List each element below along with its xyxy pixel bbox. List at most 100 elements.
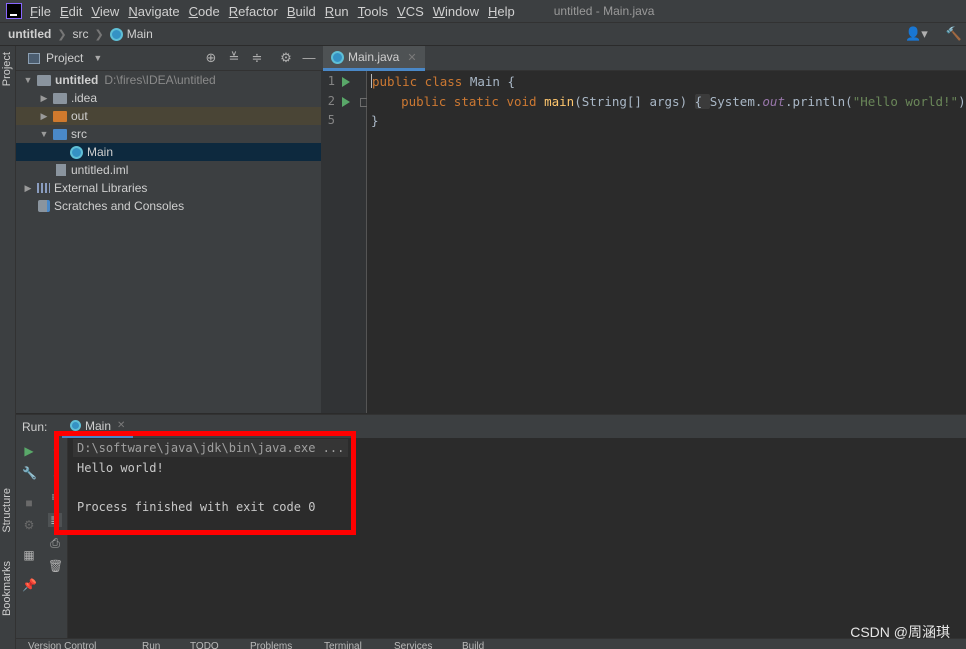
menu-tools[interactable]: Tools [358, 4, 388, 19]
code-editor[interactable]: public class Main { public static void m… [367, 71, 966, 413]
tree-item-untitled[interactable]: ▼ untitled D:\fires\IDEA\untitled [16, 71, 321, 89]
editor-tab-bar: Main.java ✕ [321, 46, 966, 71]
breadcrumb-file[interactable]: Main [127, 27, 153, 41]
user-account-icon[interactable]: 👤▾ [905, 26, 928, 42]
camera-icon[interactable]: ⚙ [22, 518, 36, 532]
tree-item-label: untitled [55, 73, 99, 87]
collapse-all-icon[interactable]: ≑ [250, 51, 264, 65]
locate-target-icon[interactable]: ⊕ [204, 51, 218, 65]
chevron-right-icon[interactable]: ▶ [38, 93, 50, 104]
java-class-icon [331, 50, 344, 64]
library-icon [37, 183, 50, 193]
bottom-tool-bar: Version Control Run TODO Problems Termin… [16, 638, 966, 649]
menu-run[interactable]: Run [325, 4, 349, 19]
menu-help[interactable]: Help [488, 4, 515, 19]
breadcrumb-folder[interactable]: src [73, 27, 89, 41]
side-tab-project[interactable]: Project [1, 52, 13, 86]
code-line-1: public class Main { [371, 74, 515, 89]
line-number: 1 [327, 74, 335, 88]
source-folder-icon [53, 128, 67, 140]
breadcrumb: untitled ❯ src ❯ Main [0, 22, 966, 46]
layout-icon[interactable]: ▦ [22, 548, 36, 562]
breadcrumb-project[interactable]: untitled [8, 27, 51, 41]
tree-item-out[interactable]: ▶ out [16, 107, 321, 125]
editor-tab-main-java[interactable]: Main.java ✕ [323, 46, 425, 71]
left-tool-strip: Project Structure Bookmarks [0, 46, 16, 649]
menu-view[interactable]: View [91, 4, 119, 19]
folder-icon [53, 92, 67, 104]
tree-item-path: D:\fires\IDEA\untitled [104, 73, 216, 87]
bottom-tab-build[interactable]: Build [462, 641, 484, 649]
bottom-tab-problems[interactable]: Problems [250, 641, 292, 649]
code-line-2: public static void main(String[] args) {… [401, 94, 966, 109]
line-number: 5 [327, 113, 335, 127]
tree-item-label: untitled.iml [71, 163, 129, 177]
bottom-tab-run[interactable]: Run [142, 641, 160, 649]
tree-item-label: src [71, 127, 87, 141]
project-panel-header: Project ▼ ⊕ ≚ ≑ ⚙ — [16, 46, 321, 71]
project-panel-icon [28, 52, 40, 64]
project-tree: ▼ untitled D:\fires\IDEA\untitled ▶ .ide… [16, 71, 321, 413]
tree-item-src[interactable]: ▼ src [16, 125, 321, 143]
chevron-down-icon[interactable]: ▼ [38, 129, 50, 139]
module-file-icon [56, 164, 66, 176]
folder-icon [53, 110, 67, 122]
menu-window[interactable]: Window [433, 4, 479, 19]
print-icon[interactable]: ⎙ [48, 536, 62, 550]
tree-item-label: Scratches and Consoles [54, 199, 185, 213]
run-gutter-icon[interactable] [342, 77, 350, 87]
intellij-logo-icon [6, 3, 22, 19]
java-class-icon [70, 420, 81, 431]
tree-item-external-libraries[interactable]: ▶ External Libraries [16, 179, 321, 197]
expand-all-icon[interactable]: ≚ [227, 51, 241, 65]
java-class-icon [70, 145, 83, 159]
watermark: CSDN @周涵琪 [850, 624, 950, 640]
menu-bar: File Edit View Navigate Code Refactor Bu… [0, 0, 966, 22]
stop-icon[interactable]: ■ [22, 496, 36, 510]
folder-icon [37, 74, 51, 86]
menu-vcs[interactable]: VCS [397, 4, 424, 19]
bottom-tab-services[interactable]: Services [394, 641, 432, 649]
bottom-tab-version-control[interactable]: Version Control [28, 641, 96, 649]
editor-tab-label: Main.java [348, 50, 400, 64]
menu-code[interactable]: Code [189, 4, 220, 19]
run-panel-label: Run: [22, 419, 48, 434]
navbar-actions: 👤▾ 🔨 [905, 22, 966, 46]
menu-edit[interactable]: Edit [60, 4, 82, 19]
bottom-tab-terminal[interactable]: Terminal [324, 641, 362, 649]
tree-item-idea[interactable]: ▶ .idea [16, 89, 321, 107]
editor-gutter: 1 2 5 [321, 71, 369, 413]
run-toolbar: ▶ 🔧 ■ ⚙ ▦ 📌 [16, 438, 42, 638]
chevron-down-icon[interactable]: ▼ [22, 75, 34, 85]
rerun-icon[interactable]: ▶ [22, 444, 36, 458]
minimize-icon[interactable]: — [302, 51, 316, 65]
highlight-annotation-box [54, 431, 356, 535]
chevron-down-icon[interactable]: ▼ [93, 53, 102, 63]
tree-item-scratches[interactable]: Scratches and Consoles [16, 197, 321, 215]
menu-build[interactable]: Build [287, 4, 316, 19]
close-icon[interactable]: ✕ [117, 420, 125, 431]
wrench-icon[interactable]: 🔧 [22, 466, 37, 480]
build-hammer-icon[interactable]: 🔨 [946, 26, 962, 42]
project-panel-title[interactable]: Project [46, 51, 83, 65]
menu-refactor[interactable]: Refactor [229, 4, 278, 19]
tree-item-label: Main [87, 145, 114, 159]
chevron-right-icon[interactable]: ▶ [22, 183, 34, 194]
menu-file[interactable]: File [30, 4, 51, 19]
side-tab-bookmarks[interactable]: Bookmarks [1, 561, 13, 616]
tree-item-iml[interactable]: untitled.iml [16, 161, 321, 179]
trash-icon[interactable]: 🗑 [48, 559, 63, 573]
tree-item-main[interactable]: Main [16, 143, 321, 161]
side-tab-structure[interactable]: Structure [1, 488, 13, 533]
run-gutter-icon[interactable] [342, 97, 350, 107]
pin-icon[interactable]: 📌 [22, 578, 37, 592]
close-icon[interactable]: ✕ [407, 51, 416, 64]
menu-navigate[interactable]: Navigate [128, 4, 179, 19]
chevron-right-icon: ❯ [57, 28, 67, 41]
bottom-tab-todo[interactable]: TODO [190, 641, 219, 649]
java-class-icon [109, 27, 123, 41]
window-title: untitled - Main.java [553, 4, 655, 18]
chevron-right-icon[interactable]: ▶ [38, 111, 50, 122]
gear-icon[interactable]: ⚙ [279, 51, 293, 65]
tree-item-label: out [71, 109, 88, 123]
